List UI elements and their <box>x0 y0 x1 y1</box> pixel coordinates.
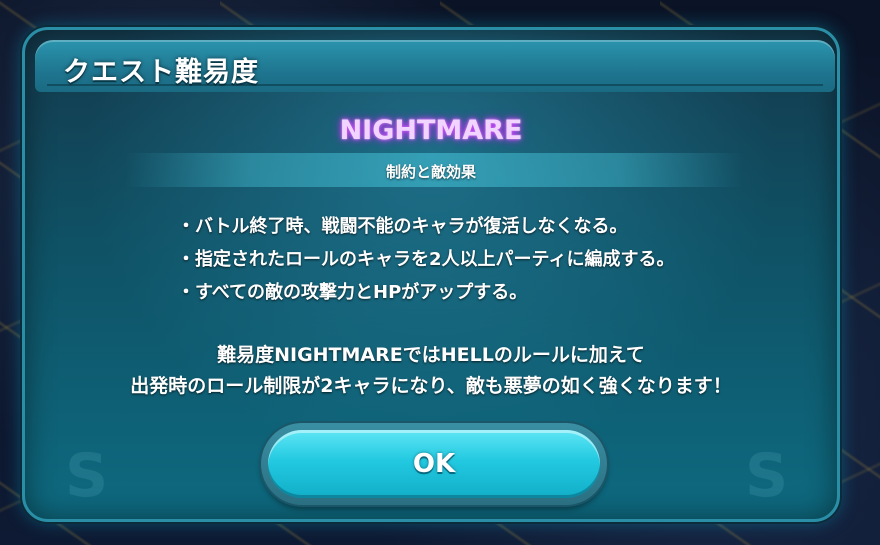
rule-item: ・指定されたロールのキャラを2人以上パーティに編成する。 <box>177 249 675 270</box>
ok-button[interactable]: OK <box>268 430 600 498</box>
description-line: 出発時のロール制限が2キャラになり、敵も悪夢の如く強くなります！ <box>130 375 732 397</box>
quest-difficulty-dialog: クエスト難易度 NIGHTMARE 制約と敵効果 ・バトル終了時、戦闘不能のキャ… <box>22 27 840 522</box>
dialog-title: クエスト難易度 <box>63 57 259 88</box>
rule-item: ・バトル終了時、戦闘不能のキャラが復活しなくなる。 <box>177 216 628 237</box>
difficulty-name: NIGHTMARE <box>339 115 523 146</box>
rules-list: ・バトル終了時、戦闘不能のキャラが復活しなくなる。 ・指定されたロールのキャラを… <box>177 210 674 309</box>
dialog-title-bar: クエスト難易度 <box>35 40 835 92</box>
effect-label: 制約と敵効果 <box>385 163 476 181</box>
decorative-emblem-left: S <box>65 441 109 511</box>
rule-item: ・すべての敵の攻撃力とHPがアップする。 <box>177 282 528 303</box>
difficulty-description: 難易度NIGHTMAREではHELLのルールに加えて 出発時のロール制限が2キャ… <box>25 340 837 402</box>
description-line: 難易度NIGHTMAREではHELLのルールに加えて <box>217 344 645 366</box>
decorative-emblem-right: S <box>745 441 789 511</box>
